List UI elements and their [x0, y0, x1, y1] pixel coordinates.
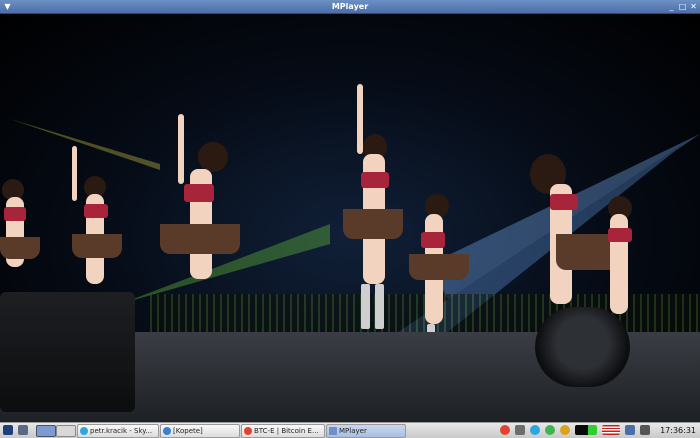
taskbar-item-mplayer[interactable]: MPlayer: [326, 424, 406, 438]
performer: [150, 114, 245, 304]
video-frame[interactable]: [0, 14, 700, 422]
workspace-1-icon[interactable]: [36, 425, 56, 437]
window-title: MPlayer: [331, 2, 369, 11]
taskbar: petr.kracik - Sky... [Kopete] BTC-E | Bi…: [0, 422, 700, 438]
check-tray-icon[interactable]: [545, 425, 555, 435]
performer: [335, 84, 410, 344]
start-menu-icon[interactable]: [3, 425, 13, 435]
maximize-icon[interactable]: □: [678, 2, 687, 11]
us-flag-icon[interactable]: [602, 425, 620, 435]
performer: [62, 146, 122, 296]
taskbar-item-label: BTC-E | Bitcoin E...: [254, 427, 319, 435]
stage-spotlight: [535, 307, 630, 387]
taskbar-item-label: [Kopete]: [173, 427, 203, 435]
chrome-tray-icon[interactable]: [500, 425, 510, 435]
taskbar-item-label: MPlayer: [339, 427, 367, 435]
skype-icon: [80, 427, 88, 435]
clock[interactable]: 17:36:31: [660, 423, 696, 438]
kopete-icon: [163, 427, 171, 435]
taskbar-item-label: petr.kracik - Sky...: [90, 427, 153, 435]
cpu-monitor-icon: [575, 425, 597, 435]
chrome-icon: [244, 427, 252, 435]
skype-tray-icon[interactable]: [530, 425, 540, 435]
show-desktop-icon[interactable]: [18, 425, 28, 435]
network-icon[interactable]: [625, 425, 635, 435]
performer: [0, 179, 50, 299]
minimize-icon[interactable]: _: [667, 2, 676, 11]
taskbar-item-chrome[interactable]: BTC-E | Bitcoin E...: [241, 424, 325, 438]
taskbar-item-kopete[interactable]: [Kopete]: [160, 424, 240, 438]
taskbar-item-skype[interactable]: petr.kracik - Sky...: [77, 424, 159, 438]
volume-icon[interactable]: [640, 425, 650, 435]
x-tray-icon[interactable]: [560, 425, 570, 435]
mplayer-icon: [329, 427, 337, 435]
window-title-bar[interactable]: ▼ MPlayer _ □ ✕: [0, 0, 700, 14]
drive-tray-icon[interactable]: [515, 425, 525, 435]
speaker-cabinet: [0, 292, 135, 412]
workspace-2-icon[interactable]: [56, 425, 76, 437]
close-icon[interactable]: ✕: [689, 2, 698, 11]
